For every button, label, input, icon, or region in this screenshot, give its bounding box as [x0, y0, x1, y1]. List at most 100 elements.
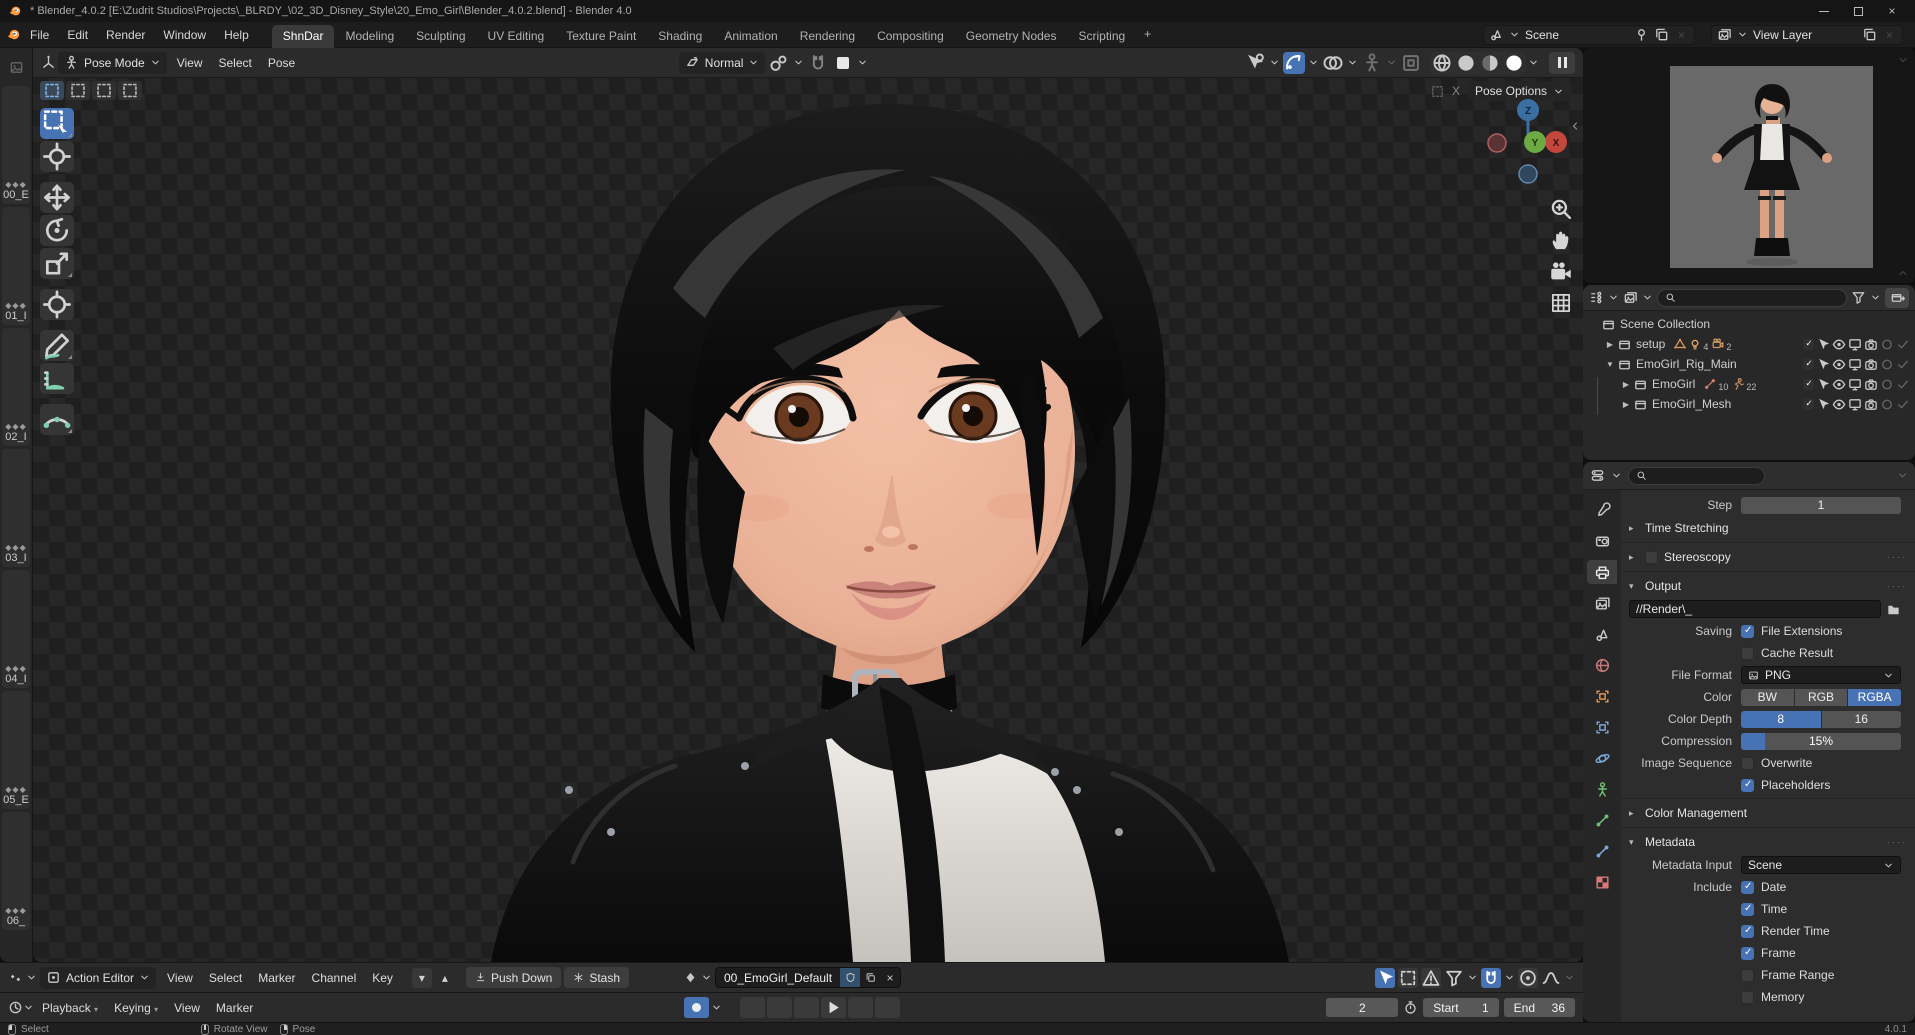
- menu-window[interactable]: Window: [154, 26, 215, 44]
- select-mode-1-button[interactable]: [40, 81, 64, 100]
- dope-sheet-menu-channel[interactable]: Channel: [304, 968, 365, 988]
- tool-cursor[interactable]: [40, 141, 74, 172]
- expand-icon[interactable]: ▶: [1619, 380, 1633, 389]
- remove-view-layer-button[interactable]: ×: [1882, 27, 1897, 42]
- selectable-toggle[interactable]: [1815, 337, 1831, 352]
- close-button[interactable]: ×: [1877, 2, 1907, 20]
- xray-toggle-button[interactable]: [1361, 52, 1383, 74]
- timeline-menu-marker[interactable]: Marker: [208, 998, 261, 1018]
- strip-segment[interactable]: ◆◆◆ 01_I: [2, 207, 30, 325]
- properties-tab-output[interactable]: [1587, 560, 1617, 584]
- shading-material-button[interactable]: [1478, 51, 1503, 74]
- tool-annotate[interactable]: [40, 330, 74, 361]
- proportional-edit-toggle[interactable]: [1518, 967, 1538, 988]
- holdout-toggle[interactable]: [1879, 397, 1895, 412]
- editor-type-button[interactable]: [8, 1000, 23, 1015]
- panel-corner-chevron[interactable]: [1897, 54, 1909, 66]
- metadata-input-dropdown[interactable]: Scene: [1741, 856, 1901, 874]
- properties-tab-world[interactable]: [1587, 653, 1617, 677]
- holdout-toggle[interactable]: [1879, 357, 1895, 372]
- new-view-layer-button[interactable]: [1862, 27, 1877, 42]
- viewport-menu-select[interactable]: Select: [211, 53, 260, 73]
- timeline-menu-view[interactable]: View: [166, 998, 208, 1018]
- channel-down-button[interactable]: ▾: [411, 967, 432, 988]
- color-rgb-button[interactable]: RGB: [1794, 688, 1848, 706]
- render-pass-button[interactable]: [1400, 52, 1422, 74]
- step-field[interactable]: 1: [1741, 496, 1901, 514]
- strip-segment[interactable]: ◆◆◆ 00_E: [2, 86, 30, 204]
- filter-button[interactable]: [1444, 968, 1464, 988]
- tab-shndar[interactable]: ShnDar: [271, 24, 335, 48]
- object-visibility-button[interactable]: [1244, 52, 1266, 74]
- render-disable-toggle[interactable]: [1863, 377, 1879, 392]
- outliner-row[interactable]: ▼ EmoGirl_Rig_Main: [1583, 354, 1915, 374]
- file-extensions-row[interactable]: File Extensions: [1741, 624, 1842, 638]
- viewport-menu-view[interactable]: View: [169, 53, 211, 73]
- metadata-frame-row[interactable]: Frame: [1741, 946, 1796, 960]
- stopwatch-icon[interactable]: [1403, 1000, 1418, 1015]
- tab-sculpting[interactable]: Sculpting: [405, 25, 476, 48]
- tab-scripting[interactable]: Scripting: [1067, 25, 1136, 48]
- editor-type-button[interactable]: [1590, 468, 1605, 483]
- tab-geometry-nodes[interactable]: Geometry Nodes: [955, 25, 1068, 48]
- section-stereoscopy[interactable]: ▸ Stereoscopy ····: [1621, 545, 1915, 569]
- section-metadata[interactable]: ▾ Metadata ····: [1621, 830, 1915, 854]
- menu-help[interactable]: Help: [215, 26, 258, 44]
- file-format-dropdown[interactable]: PNG: [1741, 666, 1901, 684]
- properties-tab-texture[interactable]: [1587, 870, 1617, 894]
- gizmos-toggle-button[interactable]: [1283, 51, 1306, 74]
- view-layer-selector[interactable]: View Layer ×: [1711, 24, 1903, 45]
- selectable-toggle[interactable]: [1815, 397, 1831, 412]
- pause-render-button[interactable]: [1549, 51, 1576, 74]
- strip-segment[interactable]: ◆◆◆ 06_: [2, 812, 30, 930]
- jump-end-button[interactable]: [874, 997, 900, 1018]
- outliner-row[interactable]: ▶ setup 4 2: [1583, 334, 1915, 354]
- hidden-channels-toggle[interactable]: [1398, 967, 1418, 988]
- menu-edit[interactable]: Edit: [58, 26, 97, 44]
- tab-rendering[interactable]: Rendering: [789, 25, 866, 48]
- navigation-gizmo[interactable]: Z X Y: [1483, 94, 1571, 186]
- placeholders-row[interactable]: Placeholders: [1741, 778, 1830, 792]
- tab-animation[interactable]: Animation: [713, 25, 788, 48]
- browse-folder-button[interactable]: [1886, 602, 1901, 617]
- outliner-search-input[interactable]: [1657, 288, 1847, 307]
- tool-rotate[interactable]: [40, 215, 74, 246]
- color-depth-8-button[interactable]: 8: [1741, 710, 1821, 728]
- select-mode-4-button[interactable]: [118, 81, 142, 100]
- hide-toggle[interactable]: [1831, 357, 1847, 372]
- exclude-checkbox[interactable]: [1802, 398, 1815, 410]
- editor-type-button[interactable]: [1589, 290, 1604, 305]
- metadata-date-row[interactable]: Date: [1741, 880, 1786, 894]
- record-button[interactable]: [683, 997, 709, 1018]
- expand-icon[interactable]: ▶: [1603, 340, 1617, 349]
- shading-rendered-button[interactable]: [1502, 51, 1527, 74]
- metadata-render-time-row[interactable]: Render Time: [1741, 924, 1830, 938]
- compression-slider[interactable]: 15%: [1741, 732, 1901, 750]
- action-name[interactable]: 00_EmoGirl_Default: [716, 971, 840, 985]
- menu-file[interactable]: File: [21, 26, 58, 44]
- properties-tab-tool[interactable]: [1587, 498, 1617, 522]
- overwrite-row[interactable]: Overwrite: [1741, 756, 1812, 770]
- select-mode-3-button[interactable]: [92, 81, 116, 100]
- fake-user-toggle[interactable]: [840, 968, 861, 987]
- next-keyframe-button[interactable]: [847, 997, 873, 1018]
- properties-tab-object-data[interactable]: [1587, 777, 1617, 801]
- indirect-toggle[interactable]: [1895, 357, 1911, 372]
- metadata-memory-row[interactable]: Memory: [1741, 990, 1804, 1004]
- properties-tab-view-layer[interactable]: [1587, 591, 1617, 615]
- filter-button[interactable]: [1851, 290, 1866, 305]
- checkbox[interactable]: [1741, 880, 1754, 894]
- unlink-scene-button[interactable]: ×: [1674, 27, 1689, 42]
- properties-tab-object[interactable]: [1587, 684, 1617, 708]
- tool-select-box[interactable]: [40, 108, 74, 139]
- exclude-checkbox[interactable]: [1802, 378, 1815, 390]
- hide-toggle[interactable]: [1831, 397, 1847, 412]
- tool-pose-breakdowner[interactable]: [40, 404, 74, 435]
- strip-segment[interactable]: ◆◆◆ 03_I: [2, 449, 30, 567]
- editor-type-button[interactable]: [8, 970, 23, 985]
- output-path-field[interactable]: //Render\_: [1629, 600, 1881, 618]
- action-icon[interactable]: [683, 970, 698, 985]
- hide-toggle[interactable]: [1831, 337, 1847, 352]
- add-workspace-button[interactable]: +: [1136, 23, 1159, 46]
- outliner-row[interactable]: ▶ EmoGirl_Mesh: [1583, 394, 1915, 414]
